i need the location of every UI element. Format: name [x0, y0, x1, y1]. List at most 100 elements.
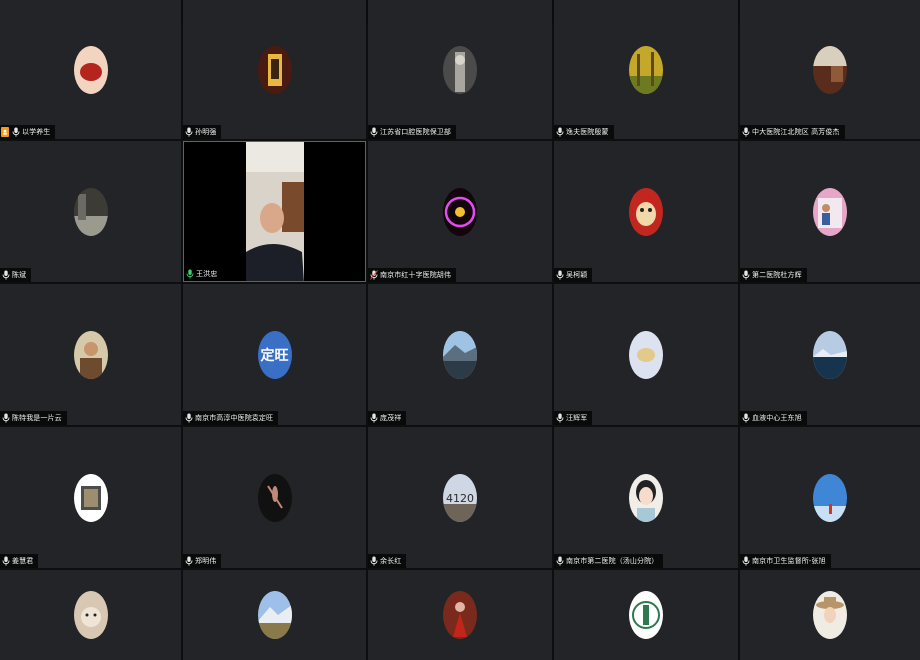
host-badge-icon — [1, 127, 9, 137]
participant-tile[interactable]: 姜慧君 — [0, 427, 181, 568]
participant-nameplate: 中大医院江北院区 高芳俊杰 — [740, 125, 845, 139]
microphone-icon — [183, 125, 195, 139]
participant-tile[interactable]: 逸夫医院殷蒙 — [554, 0, 738, 139]
microphone-icon — [183, 411, 195, 425]
participant-name: 南京市卫生监督所-张旭 — [752, 557, 826, 565]
microphone-icon — [554, 554, 566, 568]
participant-name: 庞茂祥 — [380, 414, 402, 422]
avatar — [73, 591, 108, 639]
participant-nameplate: 吴柯颖 — [554, 268, 593, 282]
participant-name: 第二医院杜方辉 — [752, 271, 802, 279]
avatar — [629, 187, 663, 236]
avatar — [257, 591, 292, 639]
participant-nameplate: 姜慧君 — [0, 554, 39, 568]
avatar-text: 4120 — [446, 492, 474, 505]
microphone-icon — [554, 125, 566, 139]
participant-name: 余长红 — [380, 557, 402, 565]
participant-tile[interactable]: 血液中心王东旭 — [740, 284, 920, 425]
microphone-icon — [0, 554, 12, 568]
participant-nameplate: 陈特我是一片云 — [0, 411, 67, 425]
participant-name: 南京市第二医院（汤山分院） — [566, 557, 659, 565]
participant-tile[interactable]: 陈斌 — [0, 141, 181, 282]
avatar — [443, 45, 477, 94]
microphone-icon — [0, 411, 12, 425]
avatar — [813, 473, 847, 522]
microphone-icon — [554, 411, 566, 425]
participant-tile[interactable]: 南京市卫生监督所-张旭 — [740, 427, 920, 568]
microphone-icon — [183, 554, 195, 568]
microphone-icon — [740, 411, 752, 425]
avatar — [73, 45, 108, 94]
microphone-icon — [184, 267, 196, 281]
avatar — [629, 330, 663, 379]
microphone-icon — [368, 125, 380, 139]
participant-tile[interactable]: 以学养生 — [0, 0, 181, 139]
avatar — [73, 187, 108, 236]
participant-tile[interactable]: 汪辉军 — [554, 284, 738, 425]
avatar — [443, 187, 477, 236]
microphone-icon — [740, 554, 752, 568]
participant-tile[interactable]: 定旺南京市高淳中医院袁定旺 — [183, 284, 366, 425]
participant-nameplate: 余长红 — [368, 554, 407, 568]
avatar — [443, 330, 477, 379]
participant-tile[interactable]: 中大医院江北院区 高芳俊杰 — [740, 0, 920, 139]
participant-name: 逸夫医院殷蒙 — [566, 128, 609, 136]
participant-tile[interactable]: 第二医院杜方辉 — [740, 141, 920, 282]
participant-nameplate: 南京市第二医院（汤山分院） — [554, 554, 664, 568]
participant-tile[interactable]: 南京市第二医院（汤山分院） — [554, 427, 738, 568]
microphone-icon — [0, 268, 12, 282]
avatar: 4120 — [443, 473, 477, 522]
participant-name: 吴柯颖 — [566, 271, 588, 279]
avatar — [73, 330, 108, 379]
participant-nameplate: 江苏省口腔医院保卫部 — [368, 125, 456, 139]
participant-tile[interactable]: 4120 余长红 — [368, 427, 552, 568]
participant-nameplate: 逸夫医院殷蒙 — [554, 125, 614, 139]
participant-name: 血液中心王东旭 — [752, 414, 802, 422]
participant-nameplate: 庞茂祥 — [368, 411, 407, 425]
participant-tile[interactable]: 郑明伟 — [183, 427, 366, 568]
participant-tile[interactable] — [0, 570, 181, 660]
participant-nameplate: 郑明伟 — [183, 554, 222, 568]
participant-tile[interactable] — [183, 570, 366, 660]
participant-nameplate: 南京市红十字医院胡伟 — [368, 268, 456, 282]
participant-name: 南京市高淳中医院袁定旺 — [195, 414, 274, 422]
participant-video — [246, 142, 304, 281]
avatar — [257, 45, 292, 94]
avatar — [813, 45, 847, 94]
participant-name: 陈特我是一片云 — [12, 414, 62, 422]
participant-tile[interactable] — [368, 570, 552, 660]
participant-tile[interactable]: 王洪忠 — [183, 141, 366, 282]
participant-nameplate: 以学养生 — [0, 125, 56, 139]
participant-name: 汪辉军 — [566, 414, 588, 422]
avatar — [813, 591, 847, 639]
microphone-icon — [368, 554, 380, 568]
avatar — [629, 591, 663, 639]
microphone-icon — [740, 268, 752, 282]
participant-tile[interactable]: 南京市红十字医院胡伟 — [368, 141, 552, 282]
participant-name: 孙明强 — [195, 128, 217, 136]
participant-tile[interactable]: 江苏省口腔医院保卫部 — [368, 0, 552, 139]
participant-nameplate: 南京市卫生监督所-张旭 — [740, 554, 831, 568]
participant-name: 王洪忠 — [196, 270, 218, 278]
participant-nameplate: 汪辉军 — [554, 411, 593, 425]
participant-name: 南京市红十字医院胡伟 — [380, 271, 451, 279]
participant-tile[interactable]: 吴柯颖 — [554, 141, 738, 282]
avatar — [443, 591, 477, 639]
participant-tile[interactable]: 孙明强 — [183, 0, 366, 139]
participant-tile[interactable]: 陈特我是一片云 — [0, 284, 181, 425]
avatar — [629, 45, 663, 94]
participant-tile[interactable]: 庞茂祥 — [368, 284, 552, 425]
avatar — [257, 473, 292, 522]
microphone-icon — [554, 268, 566, 282]
participant-nameplate: 血液中心王东旭 — [740, 411, 807, 425]
participant-nameplate: 第二医院杜方辉 — [740, 268, 807, 282]
microphone-icon — [368, 411, 380, 425]
avatar — [73, 473, 108, 522]
participant-tile[interactable] — [740, 570, 920, 660]
participant-tile[interactable] — [554, 570, 738, 660]
participant-name: 郑明伟 — [195, 557, 217, 565]
participant-nameplate: 南京市高淳中医院袁定旺 — [183, 411, 279, 425]
avatar: 定旺 — [257, 330, 292, 379]
participant-name: 姜慧君 — [12, 557, 34, 565]
microphone-icon — [740, 125, 752, 139]
